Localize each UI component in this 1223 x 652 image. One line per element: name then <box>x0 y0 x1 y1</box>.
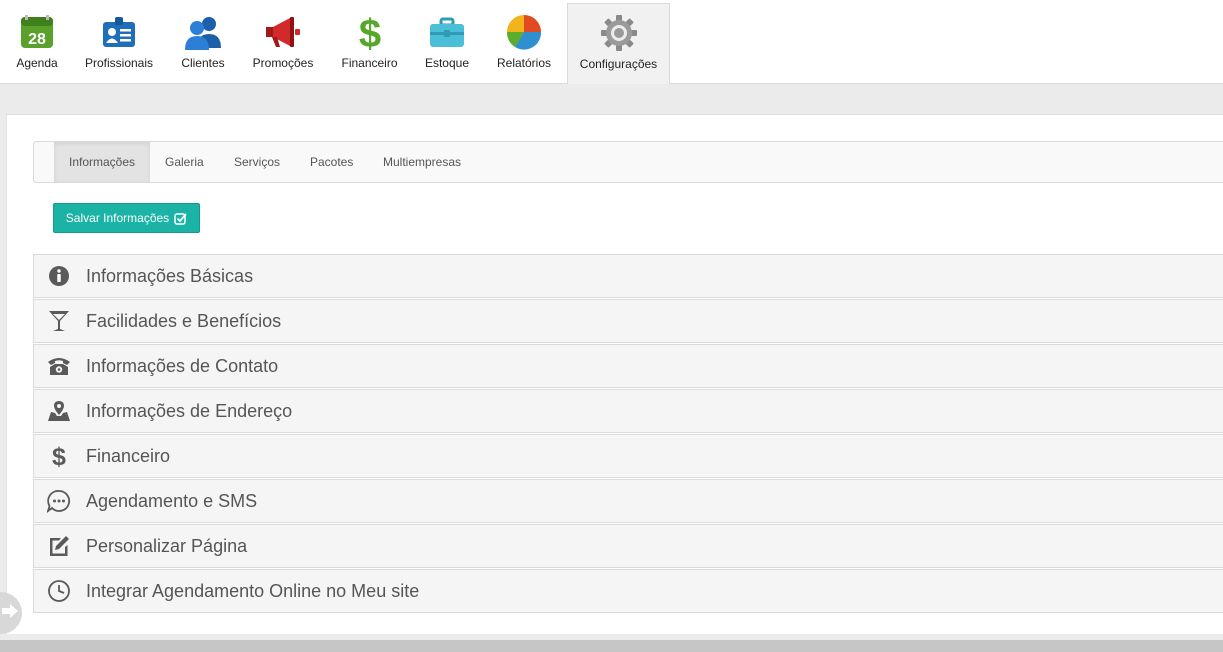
bottom-bar <box>0 640 1223 652</box>
section-title: Agendamento e SMS <box>86 490 258 511</box>
nav-label: Financeiro <box>341 56 398 70</box>
section-personalizar-pagina[interactable]: Personalizar Página <box>33 524 1223 568</box>
section-title: Informações Básicas <box>86 265 254 286</box>
section-title: Facilidades e Benefícios <box>86 310 282 331</box>
svg-text:$: $ <box>52 443 66 469</box>
nav-item-relatorios[interactable]: Relatórios <box>493 0 555 84</box>
section-facilidades-beneficios[interactable]: Facilidades e Benefícios <box>33 299 1223 343</box>
section-title: Financeiro <box>86 445 171 466</box>
section-informacoes-endereco[interactable]: Informações de Endereço <box>33 389 1223 433</box>
nav-item-financeiro[interactable]: $ Financeiro <box>337 0 402 84</box>
settings-subtabs: Informações Galeria Serviços Pacotes Mul… <box>33 141 1223 183</box>
save-button-label: Salvar Informações <box>65 211 170 225</box>
tab-multiempresas[interactable]: Multiempresas <box>368 142 476 182</box>
nav-label: Promoções <box>252 56 314 70</box>
map-icon <box>47 399 71 423</box>
nav-label: Estoque <box>424 56 470 70</box>
section-informacoes-basicas[interactable]: Informações Básicas <box>33 254 1223 298</box>
phone-icon <box>47 354 71 378</box>
tab-pacotes[interactable]: Pacotes <box>295 142 368 182</box>
briefcase-icon <box>427 12 467 52</box>
nav-label: Profissionais <box>84 56 154 70</box>
section-title: Personalizar Página <box>86 535 248 556</box>
section-agendamento-sms[interactable]: Agendamento e SMS <box>33 479 1223 523</box>
nav-label: Agenda <box>16 56 58 70</box>
calendar-icon: 28 <box>17 12 57 52</box>
arrow-right-icon <box>2 603 18 623</box>
nav-item-estoque[interactable]: Estoque <box>419 0 475 84</box>
svg-text:$: $ <box>358 12 380 52</box>
id-card-icon <box>99 12 139 52</box>
tab-informacoes[interactable]: Informações <box>54 142 151 182</box>
section-title: Informações de Contato <box>86 355 279 376</box>
section-title: Informações de Endereço <box>86 400 293 421</box>
cocktail-icon <box>47 309 71 333</box>
pie-chart-icon <box>504 12 544 52</box>
nav-item-agenda[interactable]: 28 Agenda <box>8 0 66 84</box>
nav-item-promocoes[interactable]: Promoções <box>248 0 318 84</box>
gear-icon <box>599 13 639 53</box>
clock-icon <box>47 579 71 603</box>
check-square-icon <box>174 212 187 225</box>
nav-label: Relatórios <box>496 56 552 70</box>
chat-icon <box>47 489 71 513</box>
svg-text:28: 28 <box>28 31 46 48</box>
nav-item-configuracoes[interactable]: Configurações <box>567 3 670 84</box>
section-financeiro[interactable]: $ Financeiro <box>33 434 1223 478</box>
nav-item-clientes[interactable]: Clientes <box>175 0 231 84</box>
megaphone-icon <box>263 12 303 52</box>
nav-item-profissionais[interactable]: Profissionais <box>80 0 158 84</box>
edit-icon <box>47 534 71 558</box>
dollar-icon: $ <box>47 443 71 469</box>
tab-servicos[interactable]: Serviços <box>219 142 295 182</box>
section-integrar-agendamento[interactable]: Integrar Agendamento Online no Meu site <box>33 569 1223 613</box>
section-informacoes-contato[interactable]: Informações de Contato <box>33 344 1223 388</box>
nav-label: Clientes <box>181 56 225 70</box>
section-title: Integrar Agendamento Online no Meu site <box>86 580 420 601</box>
tab-galeria[interactable]: Galeria <box>150 142 219 182</box>
nav-label: Configurações <box>579 57 658 71</box>
top-navigation: 28 Agenda Profissionais Clientes Promoçõ… <box>0 0 1223 84</box>
dollar-icon: $ <box>350 12 390 52</box>
save-informacoes-button[interactable]: Salvar Informações <box>53 203 200 233</box>
info-icon <box>47 264 71 288</box>
users-icon <box>183 12 223 52</box>
